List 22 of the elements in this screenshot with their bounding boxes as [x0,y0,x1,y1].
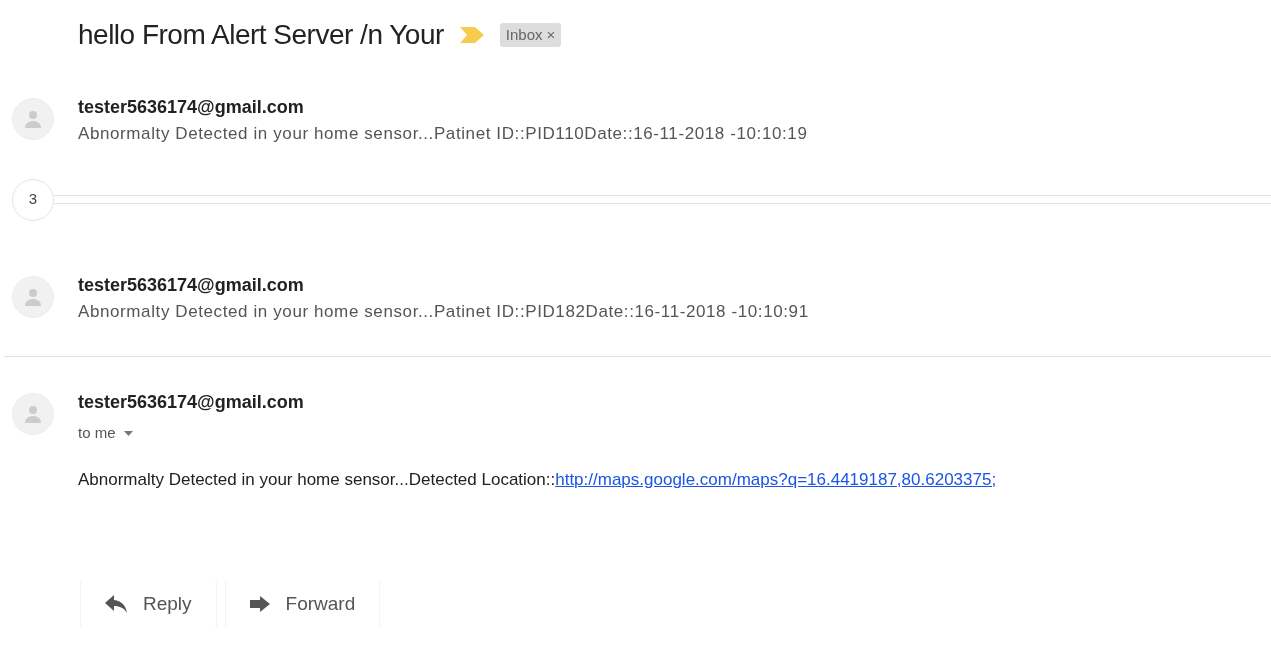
forward-button[interactable]: Forward [224,580,381,629]
person-icon [25,405,41,423]
remove-label-button[interactable]: × [546,23,556,47]
collapsed-messages-bar[interactable] [54,195,1271,204]
sender-name: tester5636174@gmail.com [78,391,305,414]
person-icon [25,110,41,128]
message-snippet: Abnormalty Detected in your home sensor...Patinet ID::PID182Date::16-11-2018 -10:10:91 [78,300,809,323]
importance-marker-icon[interactable] [459,27,484,43]
recipient-dropdown[interactable]: to me [78,422,997,445]
person-icon [25,287,41,306]
label-chip[interactable]: Inbox × [499,22,562,48]
map-link[interactable]: http://maps.google.com/maps?q=16.4419187,80.6203375; [555,469,997,489]
email-subject: hello From Alert Server /n Your [78,18,444,52]
reply-button[interactable]: Reply [80,580,217,629]
reply-icon [105,595,127,614]
message-body: Abnormalty Detected in your home sensor...Detected Location::http://maps.google.com/maps?q=16.4419187,80.6203375; [78,468,997,491]
sender-name: tester5636174@gmail.com [78,96,305,119]
hidden-messages-count[interactable]: 3 [12,178,54,221]
forward-icon [249,596,270,613]
message-snippet: Abnormalty Detected in your home sensor...Patinet ID::PID110Date::16-11-2018 -10:10:19 [78,123,808,145]
caret-icon [123,430,133,436]
sender-name: tester5636174@gmail.com [78,273,305,297]
